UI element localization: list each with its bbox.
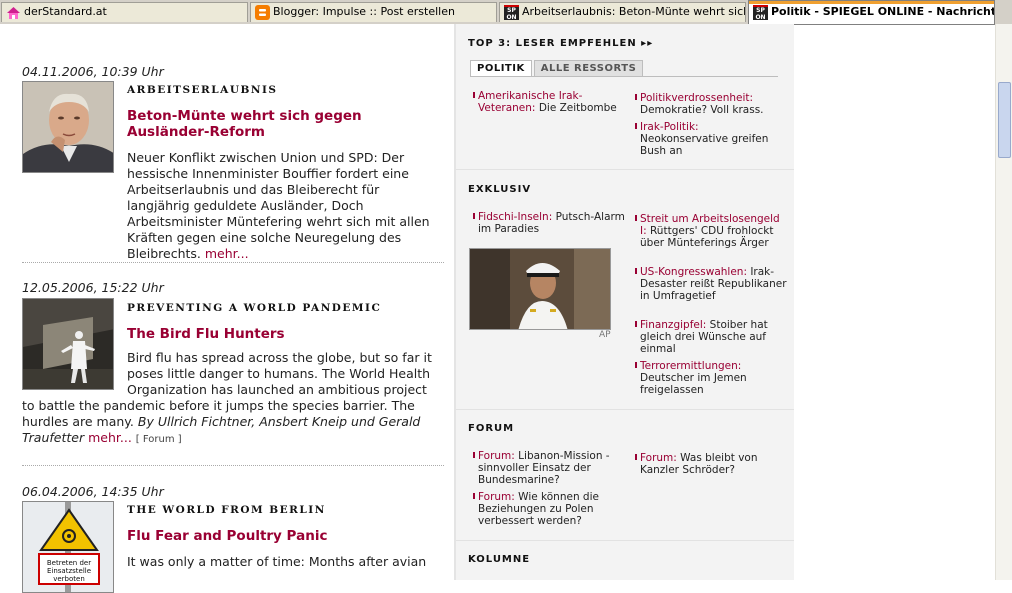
- article-teaser: Bird flu has spread across the globe, bu…: [22, 350, 442, 448]
- article-kicker: PREVENTING A WORLD PANDEMIC: [127, 302, 382, 314]
- tab-derstandard[interactable]: derStandard.at: [1, 2, 248, 22]
- vertical-scrollbar[interactable]: [995, 24, 1012, 580]
- exklusiv-item[interactable]: Finanzgipfel: Stoiber hat gleich drei Wü…: [635, 319, 789, 355]
- article-body: It was only a matter of time: Months aft…: [127, 554, 427, 569]
- browser-tab-bar: derStandard.at Blogger: Impulse :: Post …: [0, 0, 1012, 25]
- forum-item[interactable]: Forum: Was bleibt von Kanzler Schröder?: [635, 452, 789, 476]
- section-divider: [456, 169, 794, 170]
- article-date: 12.05.2006, 15:22 Uhr: [22, 280, 164, 295]
- spon-icon: SP ON: [504, 5, 519, 21]
- forum-item[interactable]: Forum: Wie können die Beziehungen zu Pol…: [473, 491, 627, 527]
- article-teaser: Neuer Konflikt zwischen Union und SPD: D…: [127, 150, 442, 262]
- exklusiv-photo[interactable]: [469, 248, 611, 330]
- tab-spiegel-politik[interactable]: SP ON Politik - SPIEGEL ONLINE - Nachrich…: [748, 0, 995, 24]
- kolumne-title: KOLUMNE: [468, 554, 531, 565]
- house-icon: [6, 5, 21, 20]
- item-text: Deutscher im Jemen freigelassen: [640, 372, 747, 396]
- forum-title: FORUM: [468, 423, 515, 434]
- article-date: 04.11.2006, 10:39 Uhr: [22, 64, 164, 79]
- article-item: 06.04.2006, 14:35 Uhr Betreten der Einsa…: [22, 484, 444, 593]
- article-body: Neuer Konflikt zwischen Union und SPD: D…: [127, 150, 430, 261]
- scrollbar-thumb[interactable]: [998, 82, 1011, 158]
- tab-label: Politik - SPIEGEL ONLINE - Nachrichten: [771, 5, 995, 18]
- tab-underline: [470, 76, 778, 77]
- tab-label: Arbeitserlaubnis: Beton-Münte wehrt sich…: [522, 5, 745, 18]
- blogger-icon: [255, 5, 270, 20]
- article-item: 12.05.2006, 15:22 Uhr PREVENTING A WORLD…: [22, 280, 444, 470]
- article-headline[interactable]: Flu Fear and Poultry Panic: [127, 528, 437, 544]
- item-kicker: US-Kongresswahlen:: [640, 266, 747, 278]
- warning-sign-text: Betreten der Einsatzstelle verboten: [46, 559, 92, 583]
- item-kicker: Fidschi-Inseln:: [478, 211, 553, 223]
- more-link[interactable]: mehr...: [88, 430, 132, 445]
- exklusiv-item[interactable]: Terrorermittlungen: Deutscher im Jemen f…: [635, 360, 789, 396]
- article-kicker: ARBEITSERLAUBNIS: [127, 84, 278, 96]
- top3-item[interactable]: Politikverdrossenheit: Demokratie? Voll …: [635, 92, 789, 116]
- article-item: 04.11.2006, 10:39 Uhr ARBEITSERLAUBNIS B…: [22, 64, 444, 261]
- item-text: Neokonservative greifen Bush an: [640, 133, 769, 157]
- item-kicker: Forum:: [478, 491, 515, 503]
- exklusiv-item[interactable]: US-Kongresswahlen: Irak-Desaster reißt R…: [635, 266, 789, 302]
- top3-title[interactable]: TOP 3: LESER EMPFEHLEN ▸▸: [468, 38, 653, 49]
- tab-label: Blogger: Impulse :: Post erstellen: [273, 5, 455, 18]
- item-kicker: Finanzgipfel:: [640, 319, 707, 331]
- item-text: Die Zeitbombe: [538, 102, 617, 114]
- tab-politik[interactable]: POLITIK: [470, 60, 532, 77]
- tab-arbeitserlaubnis[interactable]: SP ON Arbeitserlaubnis: Beton-Münte wehrt…: [499, 2, 746, 22]
- sidebar: TOP 3: LESER EMPFEHLEN ▸▸ POLITIK ALLE RE…: [456, 24, 794, 580]
- exklusiv-title: EXKLUSIV: [468, 184, 532, 195]
- divider: [22, 465, 444, 466]
- photo-credit: AP: [599, 330, 611, 340]
- tab-blogger[interactable]: Blogger: Impulse :: Post erstellen: [250, 2, 497, 22]
- article-kicker: THE WORLD FROM BERLIN: [127, 504, 326, 516]
- forum-link[interactable]: [ Forum ]: [136, 434, 182, 445]
- spon-icon: SP ON: [753, 5, 768, 21]
- section-divider: [456, 540, 794, 541]
- article-date: 06.04.2006, 14:35 Uhr: [22, 484, 164, 499]
- divider: [22, 262, 444, 263]
- article-list: 04.11.2006, 10:39 Uhr ARBEITSERLAUBNIS B…: [0, 24, 454, 593]
- article-headline[interactable]: Beton-Münte wehrt sich gegen Ausländer-R…: [127, 108, 437, 140]
- top3-item[interactable]: Amerikanische Irak-Veteranen: Die Zeitbo…: [473, 90, 627, 114]
- item-kicker: Forum:: [640, 452, 677, 464]
- item-kicker: Irak-Politik:: [640, 121, 699, 133]
- tab-label: derStandard.at: [24, 5, 107, 18]
- forum-item[interactable]: Forum: Libanon-Mission - sinnvoller Eins…: [473, 450, 627, 486]
- top3-item[interactable]: Irak-Politik: Neokonservative greifen Bu…: [635, 121, 789, 157]
- article-thumbnail[interactable]: Betreten der Einsatzstelle verboten: [22, 501, 114, 593]
- item-text: Demokratie? Voll krass.: [640, 104, 764, 116]
- item-kicker: Terrorermittlungen:: [640, 360, 742, 372]
- tab-alle-ressorts[interactable]: ALLE RESSORTS: [533, 60, 644, 77]
- more-link[interactable]: mehr...: [205, 246, 249, 261]
- article-thumbnail[interactable]: [22, 81, 114, 173]
- item-text: Rüttgers' CDU frohlockt über Müntefering…: [640, 225, 774, 249]
- section-divider: [456, 409, 794, 410]
- item-kicker: Forum:: [478, 450, 515, 462]
- article-headline[interactable]: The Bird Flu Hunters: [127, 326, 437, 342]
- item-kicker: Politikverdrossenheit:: [640, 92, 754, 104]
- exklusiv-item[interactable]: Streit um Arbeitslosengeld I: Rüttgers' …: [635, 213, 789, 249]
- exklusiv-item[interactable]: Fidschi-Inseln: Putsch-Alarm im Paradies: [473, 211, 627, 235]
